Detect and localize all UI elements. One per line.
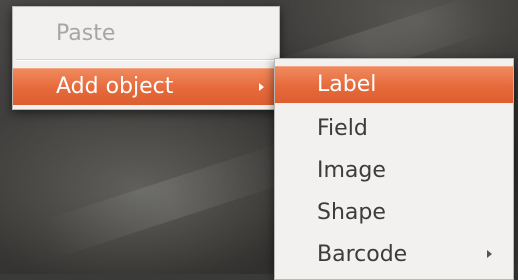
submenu-item-barcode-text: Barcode <box>317 241 408 267</box>
menu-item-add-object-label: Add object <box>56 74 174 99</box>
submenu-item-field[interactable]: Field <box>275 109 513 147</box>
submenu-item-shape-text: Shape <box>317 199 386 225</box>
submenu-item-shape[interactable]: Shape <box>275 193 513 231</box>
wallpaper-streak <box>40 140 300 260</box>
menu-item-add-object[interactable]: Add object <box>13 68 279 105</box>
submenu-item-label-text: Label <box>317 72 377 97</box>
context-menu: Paste Add object <box>12 6 280 110</box>
submenu-item-barcode[interactable]: Barcode <box>275 235 513 273</box>
submenu-arrow-icon <box>259 83 264 91</box>
submenu-item-label[interactable]: Label <box>275 66 513 103</box>
submenu-arrow-icon <box>487 250 492 258</box>
menu-item-paste: Paste <box>13 14 279 52</box>
submenu-item-field-text: Field <box>317 115 368 141</box>
add-object-submenu: Label Field Image Shape Barcode <box>274 58 514 280</box>
menu-separator <box>16 59 276 61</box>
menu-item-paste-label: Paste <box>56 20 116 46</box>
submenu-item-image[interactable]: Image <box>275 151 513 189</box>
submenu-item-image-text: Image <box>317 157 386 183</box>
